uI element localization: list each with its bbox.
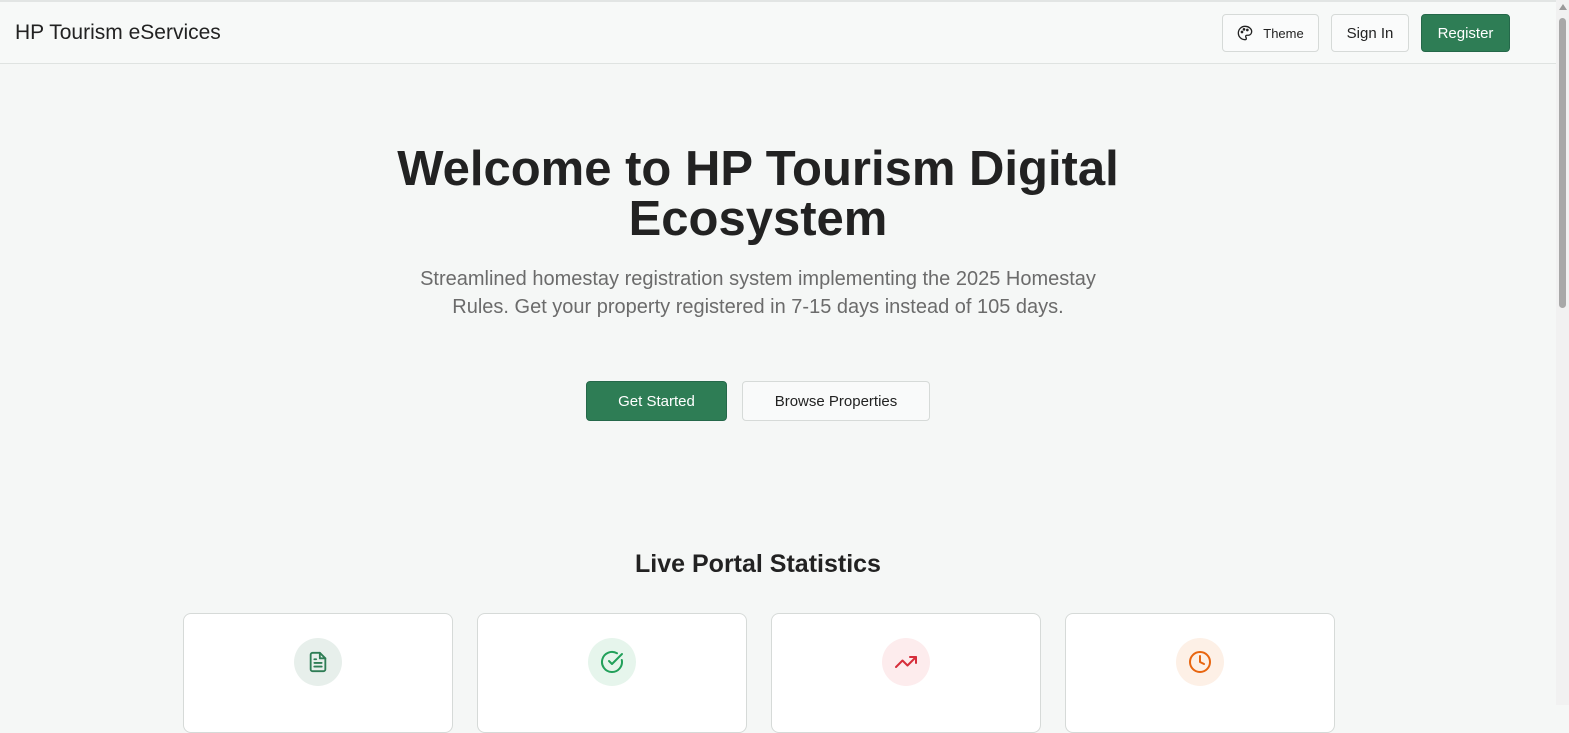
stat-card-trending bbox=[771, 613, 1041, 733]
scroll-thumb[interactable] bbox=[1559, 18, 1566, 308]
stats-title: Live Portal Statistics bbox=[635, 550, 881, 578]
stat-card-applications bbox=[183, 613, 453, 733]
register-button[interactable]: Register bbox=[1421, 14, 1510, 52]
palette-icon bbox=[1237, 25, 1253, 41]
trending-up-icon bbox=[882, 638, 930, 686]
hero-subtitle: Streamlined homestay registration system… bbox=[420, 268, 1096, 318]
scroll-up-arrow-icon[interactable] bbox=[1559, 4, 1567, 10]
hero-title-line-2: Ecosystem bbox=[628, 192, 888, 246]
sign-in-button[interactable]: Sign In bbox=[1331, 14, 1409, 52]
stat-card-pending bbox=[1065, 613, 1335, 733]
hero-title: Welcome to HP Tourism Digital Ecosystem bbox=[330, 144, 1186, 244]
page-scrollbar[interactable] bbox=[1556, 0, 1569, 705]
stat-card-approved bbox=[477, 613, 747, 733]
document-icon bbox=[294, 638, 342, 686]
theme-label: Theme bbox=[1263, 25, 1304, 41]
header-bar: HP Tourism eServices Theme Sign In Regis… bbox=[0, 2, 1556, 64]
browse-properties-button[interactable]: Browse Properties bbox=[742, 381, 930, 421]
get-started-button[interactable]: Get Started bbox=[586, 381, 727, 421]
brand-title[interactable]: HP Tourism eServices bbox=[15, 21, 221, 45]
theme-button[interactable]: Theme bbox=[1222, 14, 1319, 52]
hero-title-line-1: Welcome to HP Tourism Digital bbox=[397, 142, 1119, 196]
clock-icon bbox=[1176, 638, 1224, 686]
check-circle-icon bbox=[588, 638, 636, 686]
